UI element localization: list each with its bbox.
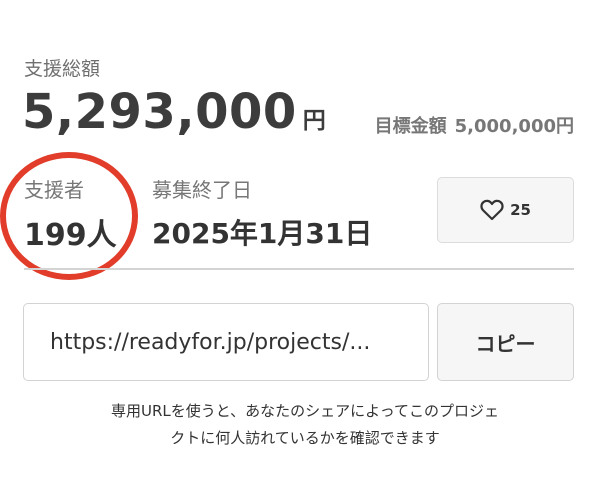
total-funding: 5,293,000 円 [22, 84, 326, 140]
goal-amount: 目標金額 5,000,000円 [375, 112, 574, 138]
total-funding-label: 支援総額 [24, 58, 101, 80]
total-funding-amount: 5,293,000 [22, 84, 297, 140]
share-note-line-2: クトに何人訪れているかを確認できます [170, 429, 440, 447]
share-note-line-1: 専用URLを使うと、あなたのシェアによってこのプロジェ [111, 402, 499, 420]
divider [24, 268, 574, 270]
copy-button-label: コピー [475, 331, 536, 356]
share-url-field[interactable]: https://readyfor.jp/projects/... [23, 303, 429, 381]
share-note: 専用URLを使うと、あなたのシェアによってこのプロジェ クトに何人訪れているかを… [40, 398, 570, 452]
goal-amount-label: 目標金額 [374, 116, 447, 137]
share-url-text[interactable]: https://readyfor.jp/projects/... [50, 330, 400, 355]
goal-amount-value: 5,000,000円 [454, 116, 574, 137]
heart-icon [480, 199, 504, 221]
end-date-value: 2025年1月31日 [152, 217, 373, 250]
favorite-count: 25 [510, 201, 531, 219]
copy-button[interactable]: コピー [437, 303, 574, 381]
red-circle-annotation [0, 152, 138, 280]
end-date-label: 募集終了日 [152, 178, 252, 202]
total-funding-unit: 円 [302, 108, 326, 134]
favorite-button[interactable]: 25 [437, 177, 574, 243]
